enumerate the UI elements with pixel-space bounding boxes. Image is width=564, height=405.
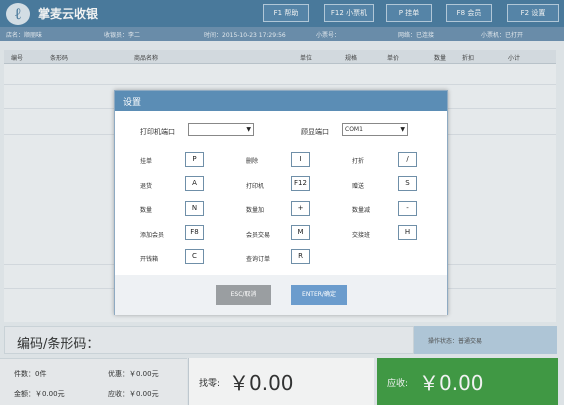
confirm-button[interactable]: ENTER/确定 <box>291 285 347 305</box>
shortcut-label-quantity-minus: 数量减 <box>352 207 371 214</box>
shortcut-key-printer[interactable]: F12 <box>291 176 310 191</box>
shortcut-label-shift-handover: 交接班 <box>352 232 371 239</box>
display-port-value: COM1 <box>345 126 363 133</box>
dialog-title: 设置 <box>123 98 142 108</box>
dialog-footer: ESC/取消 ENTER/确定 <box>115 275 447 315</box>
dialog-title-bar: 设置 <box>115 91 447 111</box>
shortcut-label-quantity: 数量 <box>140 207 153 214</box>
shortcut-key-hold[interactable]: P <box>185 152 204 167</box>
shortcut-label-gift: 赠送 <box>352 183 365 190</box>
shortcut-label-member-trade: 会员交易 <box>246 232 271 239</box>
shortcut-key-delete[interactable]: I <box>291 152 310 167</box>
shortcut-key-quantity-plus[interactable]: + <box>291 201 310 216</box>
settings-dialog: 设置 打印机端口 ▼ 顾显端口 COM1 ▼ 挂单 P 删除 I 打折 / 退货… <box>114 90 448 315</box>
display-port-label: 顾显端口 <box>301 128 329 136</box>
shortcut-label-add-member: 添加会员 <box>140 232 165 239</box>
printer-port-label: 打印机端口 <box>140 128 175 136</box>
shortcut-label-discount: 打折 <box>352 158 365 165</box>
shortcut-label-delete: 删除 <box>246 158 259 165</box>
shortcut-key-return[interactable]: A <box>185 176 204 191</box>
shortcut-label-open-drawer: 开钱箱 <box>140 256 159 263</box>
shortcut-key-query-order[interactable]: R <box>291 249 310 264</box>
shortcut-key-shift-handover[interactable]: H <box>398 225 417 240</box>
shortcut-key-member-trade[interactable]: M <box>291 225 310 240</box>
chevron-down-icon: ▼ <box>246 126 251 133</box>
shortcut-key-gift[interactable]: S <box>398 176 417 191</box>
shortcut-key-open-drawer[interactable]: C <box>185 249 204 264</box>
shortcut-key-discount[interactable]: / <box>398 152 417 167</box>
display-port-select[interactable]: COM1 ▼ <box>342 123 408 136</box>
shortcut-label-return: 退货 <box>140 183 153 190</box>
shortcut-label-quantity-plus: 数量加 <box>246 207 265 214</box>
shortcut-key-quantity[interactable]: N <box>185 201 204 216</box>
cancel-button[interactable]: ESC/取消 <box>216 285 271 305</box>
shortcut-key-quantity-minus[interactable]: - <box>398 201 417 216</box>
shortcut-key-add-member[interactable]: F8 <box>185 225 204 240</box>
chevron-down-icon: ▼ <box>400 126 405 133</box>
printer-port-select[interactable]: ▼ <box>188 123 254 136</box>
shortcut-label-query-order: 查询订单 <box>246 256 271 263</box>
shortcut-label-printer: 打印机 <box>246 183 265 190</box>
shortcut-label-hold: 挂单 <box>140 158 153 165</box>
